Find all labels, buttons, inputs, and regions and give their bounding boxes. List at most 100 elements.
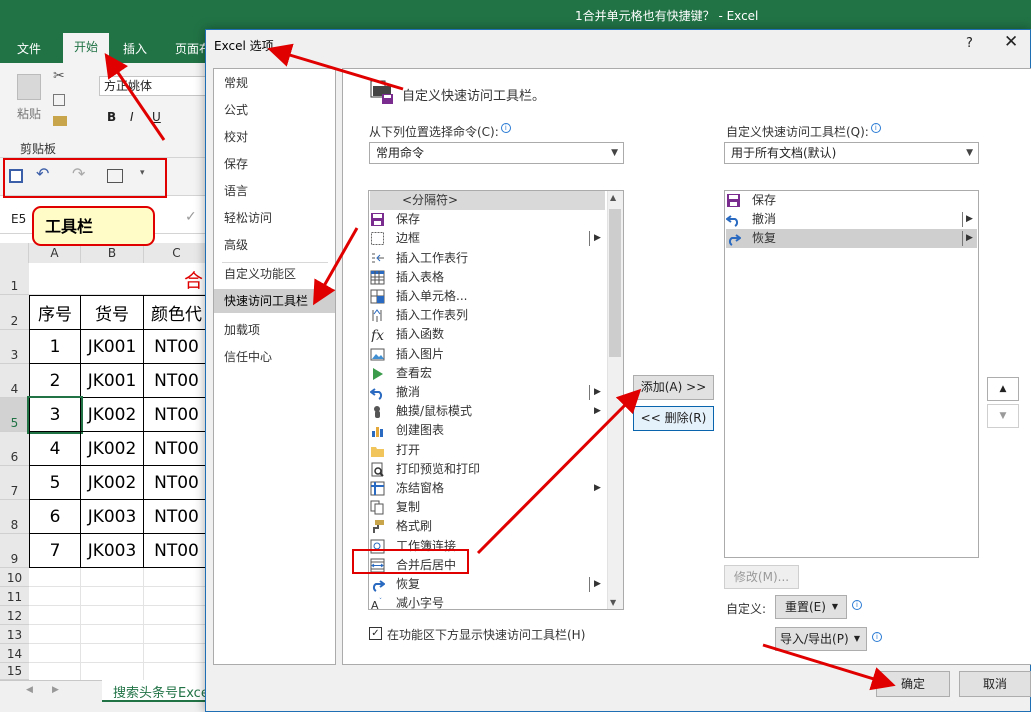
empty-cell[interactable] [29,644,81,663]
format-painter-icon[interactable] [53,116,67,126]
submenu-arrow-icon[interactable]: ▶ [594,229,601,248]
command-item[interactable]: 插入图片 [370,345,605,364]
row-header[interactable]: 10 [0,568,29,587]
column-header-b[interactable]: B [81,243,144,263]
command-item[interactable]: <分隔符> [370,191,605,210]
command-item[interactable]: 保存 [370,210,605,229]
table-cell[interactable]: 6 [29,500,81,534]
submenu-arrow-icon[interactable]: ▶ [966,210,973,229]
tab-insert[interactable]: 插入 [123,40,147,57]
nav-item[interactable]: 加载项 [214,318,335,342]
table-cell[interactable]: NT00 [144,398,210,432]
close-button[interactable]: ✕ [1004,32,1018,52]
choose-from-dropdown[interactable]: 常用命令 ▼ [369,142,624,164]
nav-item[interactable]: 校对 [214,125,335,149]
command-item[interactable]: 格式刷 [370,517,605,536]
table-header-cell[interactable]: 颜色代 [144,295,210,330]
nav-item[interactable]: 语言 [214,179,335,203]
empty-cell[interactable] [29,568,81,587]
empty-cell[interactable] [81,644,144,663]
italic-button[interactable]: I [130,110,134,124]
modify-button[interactable]: 修改(M)... [724,565,799,589]
submenu-arrow-icon[interactable]: ▶ [594,575,601,594]
command-item[interactable]: 插入工作表列 [370,306,605,325]
sheet-scroll-right-icon[interactable]: ▶ [52,685,59,695]
name-box[interactable]: E5 [11,212,26,226]
qat-item[interactable]: 保存 [726,191,977,210]
underline-button[interactable]: U [152,110,161,124]
paste-icon[interactable] [17,74,41,100]
table-cell[interactable]: NT00 [144,534,210,568]
empty-cell[interactable] [81,625,144,644]
show-below-checkbox[interactable]: ✓ [369,627,382,640]
table-cell[interactable]: NT00 [144,432,210,466]
row-header[interactable]: 13 [0,625,29,644]
table-cell[interactable]: 3 [27,396,83,434]
import-export-button[interactable]: 导入/导出(P) ▼ [775,627,867,651]
empty-cell[interactable] [29,625,81,644]
table-header-cell[interactable]: 序号 [29,295,81,330]
table-cell[interactable]: JK002 [81,466,144,500]
command-item[interactable]: 插入表格 [370,268,605,287]
command-item[interactable]: 冻结窗格 ▶ [370,479,605,498]
show-below-label[interactable]: 在功能区下方显示快速访问工具栏(H) [387,626,585,643]
command-item[interactable]: A ˇ 减小字号 [370,594,605,613]
row-header[interactable]: 12 [0,606,29,625]
row-header[interactable]: 6 [0,432,29,466]
empty-cell[interactable] [81,587,144,606]
empty-cell[interactable] [81,568,144,587]
reset-button[interactable]: 重置(E) ▼ [775,595,847,619]
table-cell[interactable]: NT00 [144,364,210,398]
empty-cell[interactable] [144,568,210,587]
row-header[interactable]: 4 [0,364,29,398]
table-cell[interactable]: 1 [29,330,81,364]
command-item[interactable]: 边框 ▶ [370,229,605,248]
row-header[interactable]: 15 [0,663,29,680]
nav-item[interactable]: 轻松访问 [214,206,335,230]
paste-label[interactable]: 粘贴 [17,105,41,122]
empty-cell[interactable] [29,606,81,625]
table-cell[interactable]: JK002 [81,432,144,466]
table-cell[interactable]: 2 [29,364,81,398]
empty-cell[interactable] [144,587,210,606]
table-cell[interactable]: JK001 [81,364,144,398]
scroll-down-icon[interactable]: ▼ [610,598,616,607]
scroll-up-icon[interactable]: ▲ [610,193,616,202]
remove-button[interactable]: << 删除(R) [633,406,714,431]
nav-item[interactable]: 信任中心 [214,345,335,369]
row-header[interactable]: 9 [0,534,29,568]
nav-item[interactable]: 常规 [214,71,335,95]
table-cell[interactable]: JK002 [81,398,144,432]
command-item[interactable]: 撤消 ▶ [369,383,605,402]
submenu-arrow-icon[interactable]: ▶ [594,402,601,421]
empty-cell[interactable] [144,625,210,644]
help-button[interactable]: ? [966,36,973,51]
scroll-thumb[interactable] [609,209,621,357]
command-item[interactable]: 打开 [370,441,605,460]
row-header[interactable]: 3 [0,330,29,364]
title-row[interactable] [29,263,210,295]
empty-cell[interactable] [81,606,144,625]
command-item[interactable]: fx 插入函数 [370,325,605,344]
select-all-corner[interactable] [0,243,29,263]
submenu-arrow-icon[interactable]: ▶ [594,383,601,402]
cut-icon[interactable]: ✂ [53,68,65,84]
row-header[interactable]: 5 [0,398,29,432]
font-name-box[interactable]: 方正姚体 [99,76,210,96]
command-item[interactable]: 查看宏 [370,364,605,383]
tab-home[interactable]: 开始 [63,33,109,64]
table-cell[interactable]: JK003 [81,534,144,568]
sheet-title-cell[interactable]: 合 [184,266,203,293]
command-item[interactable]: 打印预览和打印 [370,460,605,479]
row-header[interactable]: 8 [0,500,29,534]
command-item[interactable]: 复制 [370,498,605,517]
table-header-cell[interactable]: 货号 [81,295,144,330]
empty-cell[interactable] [144,644,210,663]
nav-item[interactable]: 高级 [214,233,335,257]
row-header[interactable]: 2 [0,295,29,330]
confirm-icon[interactable]: ✓ [185,209,197,225]
table-cell[interactable]: JK001 [81,330,144,364]
copy-icon[interactable] [53,94,65,106]
nav-item[interactable]: 公式 [214,98,335,122]
column-header-a[interactable]: A [29,243,81,263]
